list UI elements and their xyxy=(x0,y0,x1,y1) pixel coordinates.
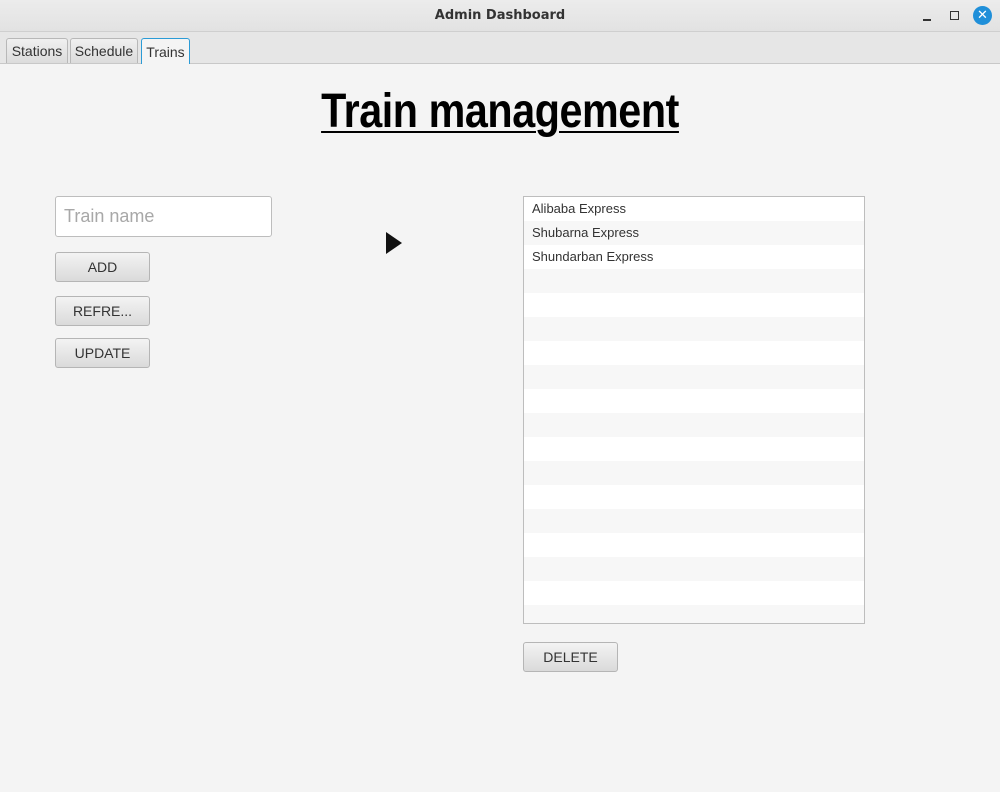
mouse-pointer-icon xyxy=(386,232,402,254)
tab-bar: Stations Schedule Trains xyxy=(0,32,1000,64)
window-title: Admin Dashboard xyxy=(434,8,566,23)
list-item[interactable]: Shubarna Express xyxy=(524,221,864,245)
empty-list-row xyxy=(524,581,864,605)
empty-list-row xyxy=(524,557,864,581)
list-item[interactable]: Shundarban Express xyxy=(524,245,864,269)
empty-list-row xyxy=(524,269,864,293)
empty-list-row xyxy=(524,509,864,533)
empty-list-row xyxy=(524,317,864,341)
empty-list-row xyxy=(524,485,864,509)
delete-button[interactable]: DELETE xyxy=(523,642,618,672)
tab-trains[interactable]: Trains xyxy=(141,38,190,64)
window-titlebar: Admin Dashboard ✕ xyxy=(0,0,1000,32)
close-icon[interactable]: ✕ xyxy=(973,6,992,25)
empty-list-row xyxy=(524,413,864,437)
refresh-button[interactable]: REFRE... xyxy=(55,296,150,326)
update-button[interactable]: UPDATE xyxy=(55,338,150,368)
empty-list-row xyxy=(524,437,864,461)
tab-stations[interactable]: Stations xyxy=(6,38,68,63)
empty-list-row xyxy=(524,293,864,317)
maximize-icon[interactable] xyxy=(946,7,964,25)
empty-list-row xyxy=(524,605,864,623)
train-list[interactable]: Alibaba Express Shubarna Express Shundar… xyxy=(523,196,865,624)
empty-list-row xyxy=(524,341,864,365)
page-title: Train management xyxy=(321,85,679,138)
empty-list-row xyxy=(524,533,864,557)
minimize-icon[interactable] xyxy=(918,7,936,25)
tab-schedule[interactable]: Schedule xyxy=(70,38,138,63)
empty-list-row xyxy=(524,389,864,413)
list-item[interactable]: Alibaba Express xyxy=(524,197,864,221)
empty-list-row xyxy=(524,461,864,485)
add-button[interactable]: ADD xyxy=(55,252,150,282)
empty-list-row xyxy=(524,365,864,389)
train-name-input[interactable] xyxy=(55,196,272,237)
